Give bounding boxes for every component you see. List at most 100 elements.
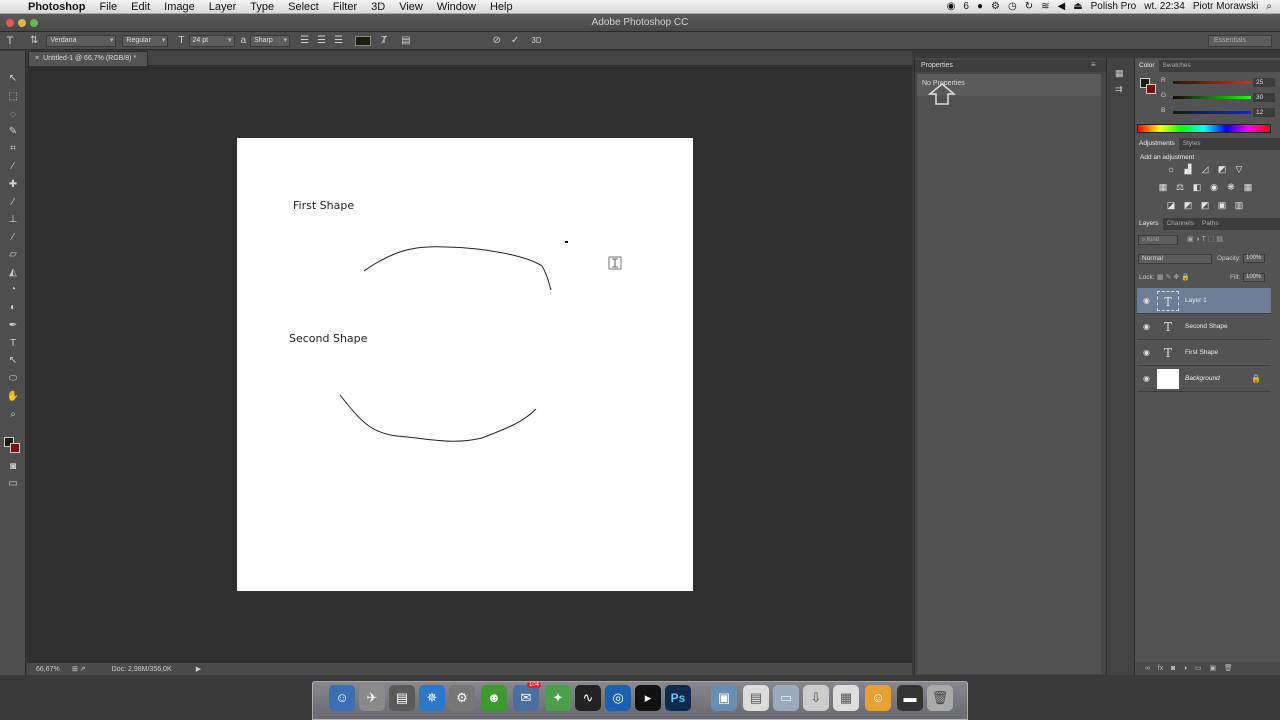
- properties-panel-menu-icon[interactable]: ≡: [1091, 60, 1096, 69]
- mail-icon[interactable]: ✉: [513, 685, 539, 711]
- blue-bar[interactable]: [1173, 111, 1251, 114]
- tab-paths[interactable]: Paths: [1198, 218, 1223, 230]
- activity-monitor-icon[interactable]: ∿: [575, 685, 601, 711]
- posterize-icon[interactable]: ◩: [1182, 200, 1194, 210]
- clone-stamp-tool-icon[interactable]: ⊥: [5, 212, 21, 228]
- keyboard-icon[interactable]: ▬: [897, 685, 923, 711]
- green-bar[interactable]: [1173, 96, 1251, 99]
- close-tab-icon[interactable]: ×: [35, 55, 39, 62]
- align-right-icon[interactable]: ☰: [334, 35, 343, 46]
- tab-swatches[interactable]: Swatches: [1159, 60, 1195, 72]
- user-name[interactable]: Piotr Morawski: [1193, 1, 1259, 12]
- menu-3d[interactable]: 3D: [371, 1, 385, 13]
- quick-mask-icon[interactable]: ◙: [5, 459, 21, 475]
- gradient-map-icon[interactable]: ▥: [1233, 200, 1245, 210]
- gear-icon[interactable]: ⚙: [991, 1, 1000, 12]
- pen-tool-icon[interactable]: ✒: [5, 318, 21, 334]
- new-adjustment-icon[interactable]: ◑: [1183, 665, 1187, 672]
- black-white-icon[interactable]: ◧: [1191, 182, 1203, 192]
- quick-selection-tool-icon[interactable]: ✎: [5, 124, 21, 140]
- menu-filter[interactable]: Filter: [333, 1, 357, 13]
- channel-mixer-icon[interactable]: ❋: [1225, 182, 1237, 192]
- documents-folder-icon[interactable]: ▭: [773, 685, 799, 711]
- status-export-icon[interactable]: ⊞ ⇗: [72, 665, 86, 673]
- visibility-eye-icon[interactable]: ◉: [1143, 348, 1150, 357]
- threshold-icon[interactable]: ◩: [1199, 200, 1211, 210]
- spotlight-search-icon[interactable]: ⌕: [1266, 1, 1272, 12]
- tab-color[interactable]: Color: [1135, 60, 1159, 72]
- workspace-select[interactable]: Essentials: [1208, 35, 1272, 47]
- cancel-edits-icon[interactable]: ⊘: [493, 35, 501, 46]
- screen-mode-icon[interactable]: ▭: [5, 476, 21, 492]
- menu-app-name[interactable]: Photoshop: [28, 1, 85, 13]
- font-family-select[interactable]: Verdana: [46, 34, 117, 47]
- input-source[interactable]: Polish Pro: [1091, 1, 1137, 12]
- menu-edit[interactable]: Edit: [131, 1, 150, 13]
- layer-name[interactable]: First Shape: [1185, 349, 1218, 356]
- quicktime-icon[interactable]: ◎: [605, 685, 631, 711]
- hue-saturation-icon[interactable]: ▦: [1157, 182, 1169, 192]
- background-color-swatch[interactable]: [10, 443, 20, 453]
- tab-adjustments[interactable]: Adjustments: [1135, 138, 1179, 150]
- hand-tool-icon[interactable]: ✋: [5, 389, 21, 405]
- wifi-icon[interactable]: ≋: [1041, 1, 1049, 12]
- color-spectrum[interactable]: [1137, 124, 1271, 133]
- menu-help[interactable]: Help: [490, 1, 513, 13]
- layer-style-icon[interactable]: fx: [1158, 665, 1163, 672]
- menu-type[interactable]: Type: [250, 1, 274, 13]
- finder-icon[interactable]: ☺: [329, 685, 355, 711]
- layer-row-layer-1[interactable]: ◉ T Layer 1: [1137, 288, 1271, 314]
- adium-icon[interactable]: ☻: [481, 685, 507, 711]
- new-layer-icon[interactable]: ▣: [1209, 665, 1216, 672]
- curves-icon[interactable]: ◿: [1199, 164, 1211, 174]
- eraser-tool-icon[interactable]: ▱: [5, 247, 21, 263]
- document-canvas[interactable]: First Shape Second Shape: [237, 138, 693, 591]
- red-bar[interactable]: [1173, 81, 1251, 84]
- visibility-eye-icon[interactable]: ◉: [1143, 322, 1150, 331]
- close-window-button[interactable]: [6, 18, 14, 27]
- photo-filter-icon[interactable]: ◉: [1208, 182, 1220, 192]
- time-machine-icon[interactable]: ◷: [1008, 1, 1017, 12]
- side-panel-actions-icon[interactable]: ⇉: [1115, 84, 1123, 95]
- status-count[interactable]: 6: [963, 1, 969, 12]
- minimize-window-button[interactable]: [18, 18, 26, 27]
- add-mask-icon[interactable]: ◙: [1171, 665, 1175, 672]
- align-center-icon[interactable]: ☰: [317, 35, 326, 46]
- commit-edits-icon[interactable]: ✓: [511, 35, 519, 46]
- color-background-swatch[interactable]: [1146, 84, 1156, 94]
- doc-size-info[interactable]: Doc: 2,98M/356,0K: [112, 666, 196, 673]
- opacity-input[interactable]: 100%: [1243, 254, 1265, 263]
- crop-tool-icon[interactable]: ⌗: [5, 141, 21, 157]
- status-app-icon[interactable]: ◉: [947, 1, 956, 12]
- side-panel-history-icon[interactable]: ▦: [1115, 68, 1124, 79]
- selective-color-icon[interactable]: ▣: [1216, 200, 1228, 210]
- dodge-tool-icon[interactable]: ◐: [5, 300, 21, 316]
- brightness-contrast-icon[interactable]: ☼: [1165, 164, 1177, 174]
- record-icon[interactable]: ●: [977, 1, 983, 12]
- tab-layers[interactable]: Layers: [1135, 218, 1163, 230]
- font-size-select[interactable]: 24 pt: [188, 34, 235, 47]
- photoshop-icon[interactable]: Ps: [665, 685, 691, 711]
- preview-icon[interactable]: ▣: [711, 685, 737, 711]
- new-group-icon[interactable]: ▭: [1195, 665, 1202, 672]
- menu-file[interactable]: File: [99, 1, 117, 13]
- blue-value[interactable]: 12: [1253, 108, 1275, 117]
- properties-panel-title[interactable]: Properties: [915, 60, 1107, 72]
- layer-row-second-shape[interactable]: ◉ T Second Shape: [1137, 314, 1271, 340]
- system-preferences-icon[interactable]: ⚙: [449, 685, 475, 711]
- maps-icon[interactable]: ✦: [545, 685, 571, 711]
- delete-layer-icon[interactable]: 🗑: [1224, 665, 1233, 672]
- sync-icon[interactable]: ↻: [1025, 1, 1033, 12]
- layer-row-first-shape[interactable]: ◉ T First Shape: [1137, 340, 1271, 366]
- screenshots-icon[interactable]: ▦: [833, 685, 859, 711]
- healing-brush-tool-icon[interactable]: ✚: [5, 177, 21, 193]
- zoom-window-button[interactable]: [30, 18, 38, 27]
- font-style-select[interactable]: Regular: [122, 34, 169, 47]
- visibility-eye-icon[interactable]: ◉: [1143, 374, 1150, 383]
- layer-name[interactable]: Second Shape: [1185, 323, 1228, 330]
- layer-row-background[interactable]: ◉ Background 🔒: [1137, 366, 1271, 392]
- red-slider[interactable]: R 25: [1161, 77, 1279, 89]
- clock[interactable]: wt. 22:34: [1144, 1, 1185, 12]
- zoom-level[interactable]: 66,67%: [36, 666, 64, 673]
- layer-name[interactable]: Layer 1: [1185, 297, 1207, 304]
